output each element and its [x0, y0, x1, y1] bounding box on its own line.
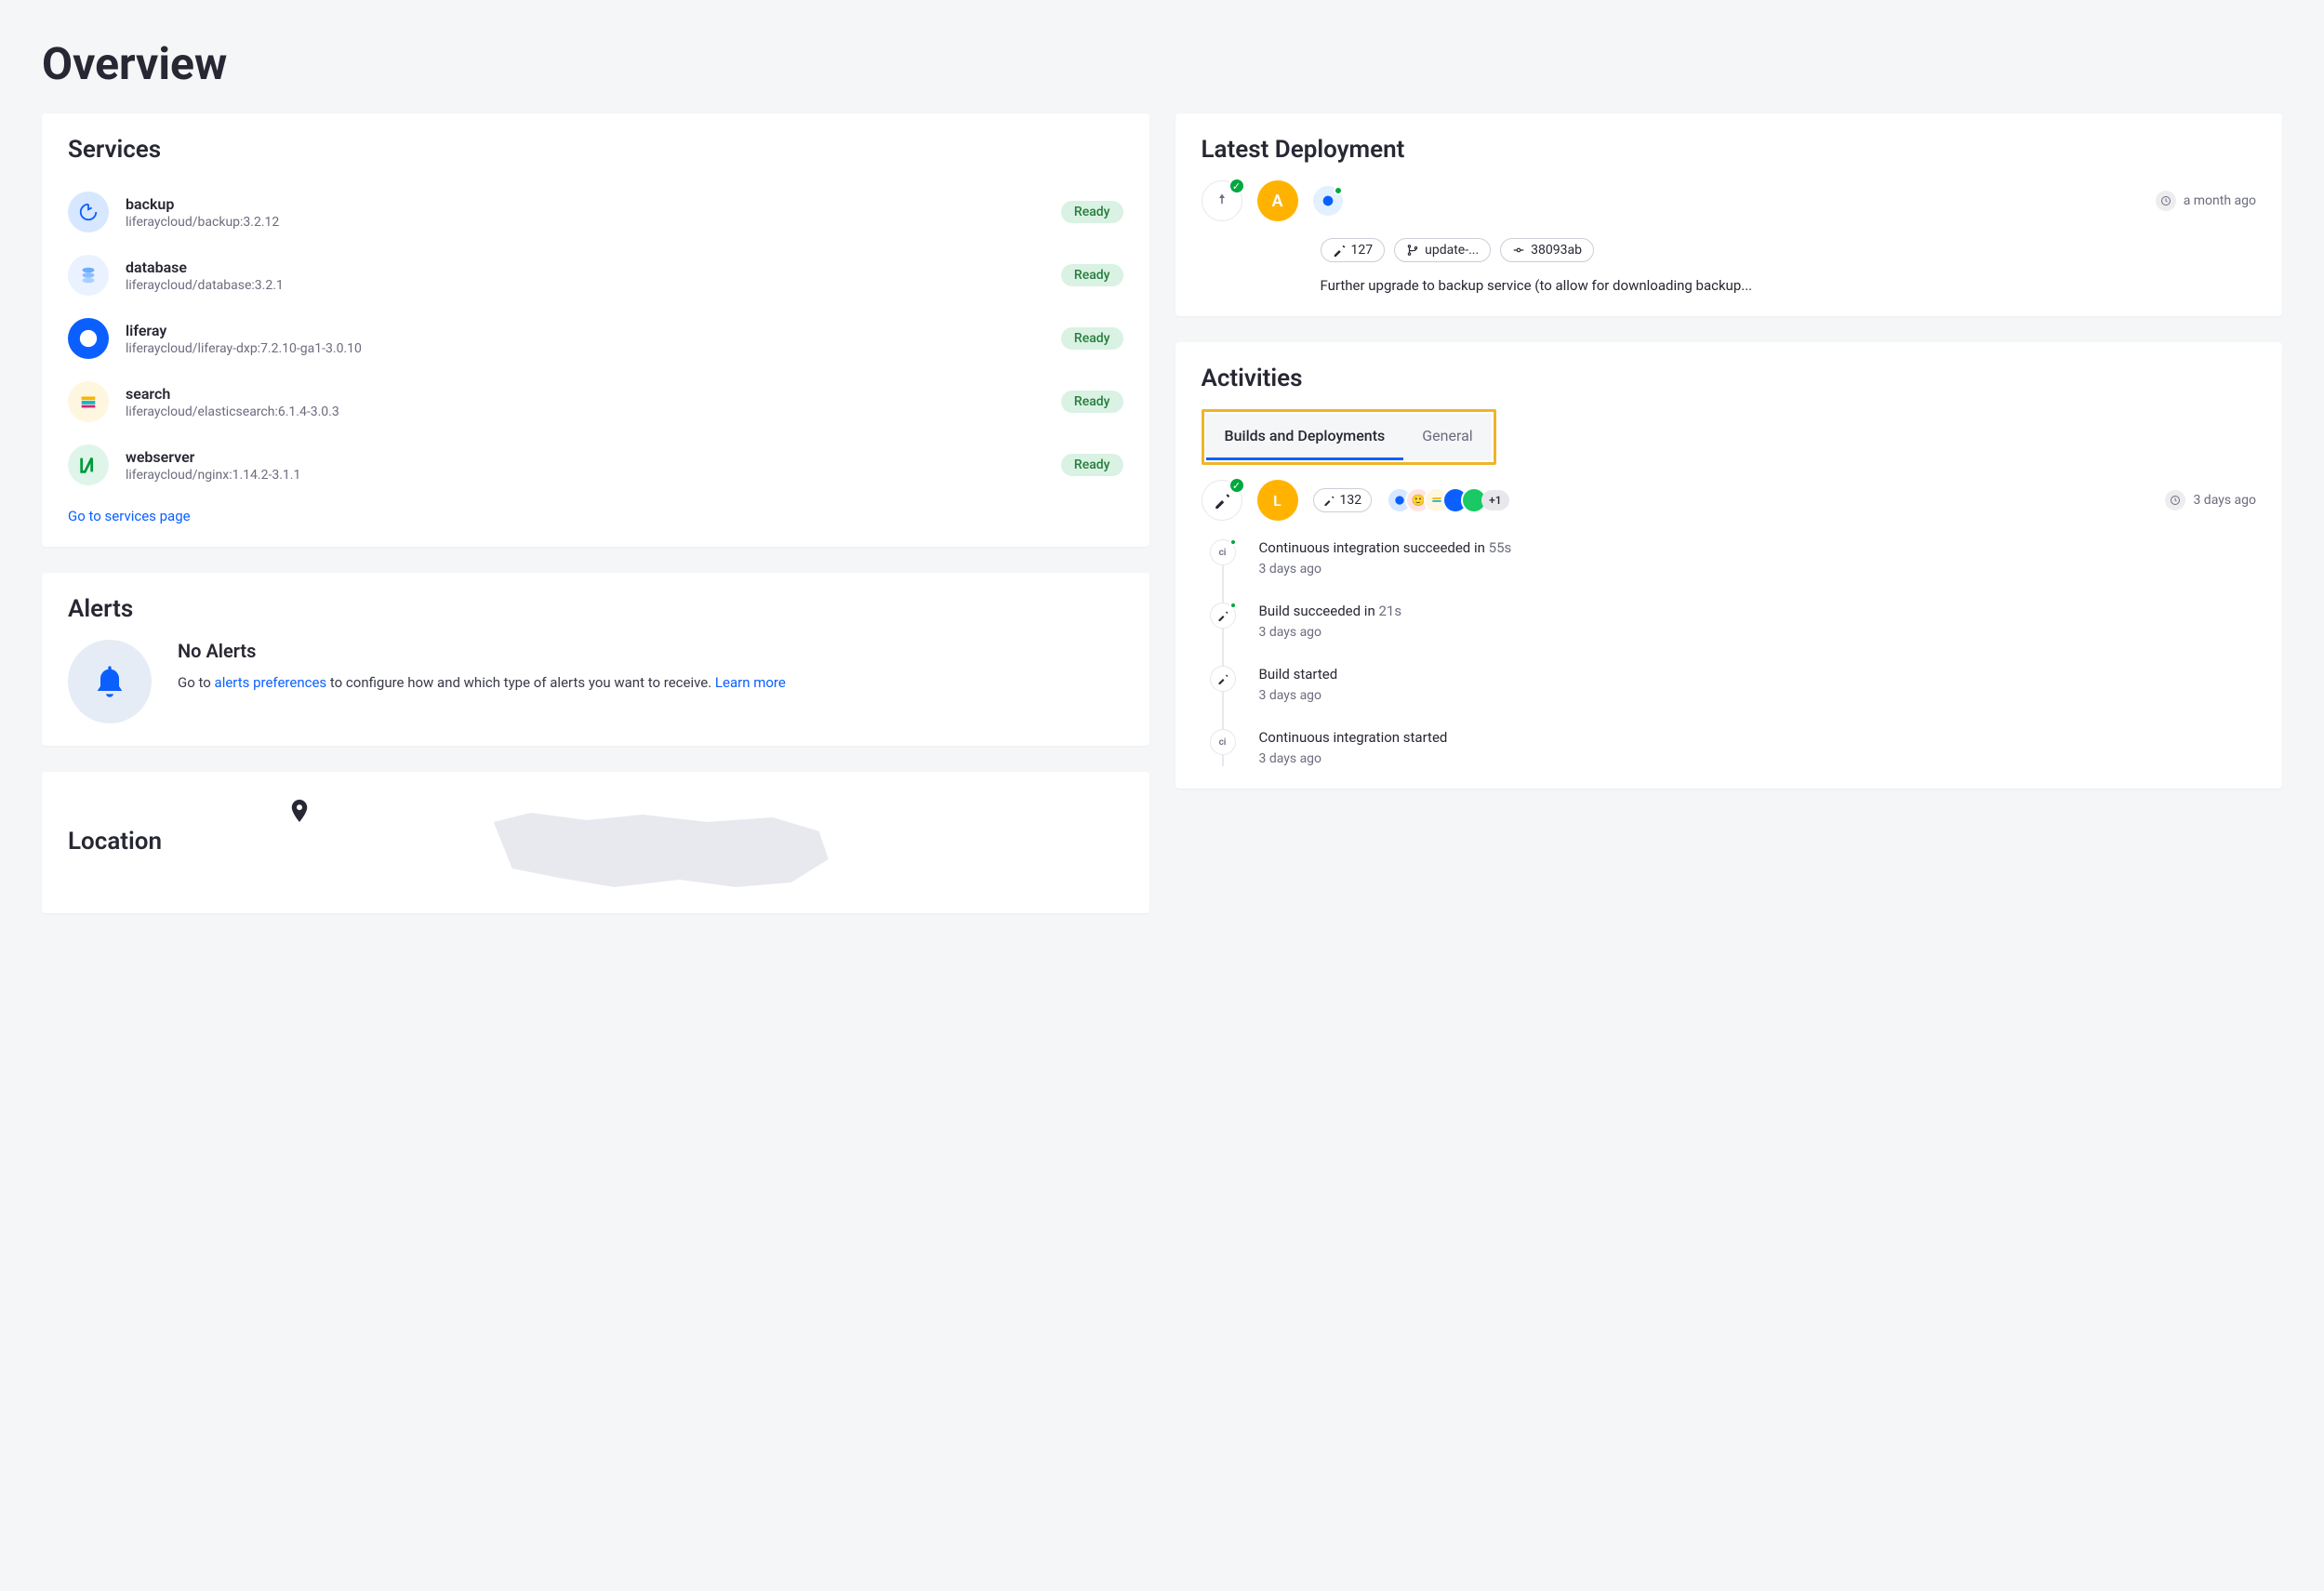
service-name: liferay	[126, 322, 1044, 339]
service-name: database	[126, 259, 1044, 276]
branch-icon	[1406, 244, 1419, 257]
status-badge: Ready	[1061, 264, 1123, 286]
search-icon	[68, 381, 109, 422]
deployment-status-icon: ✓	[1202, 180, 1242, 221]
status-badge: Ready	[1061, 391, 1123, 413]
location-card: Location	[42, 772, 1149, 913]
avatar: L	[1257, 480, 1298, 521]
latest-deployment-heading: Latest Deployment	[1202, 136, 2257, 164]
services-heading: Services	[68, 136, 1123, 164]
timeline-title: Continuous integration started	[1259, 729, 2257, 746]
latest-deployment-card: Latest Deployment ✓ A a month ago	[1175, 113, 2283, 316]
liferay-icon	[68, 318, 109, 359]
service-backup[interactable]: backup liferaycloud/backup:3.2.12 Ready	[68, 180, 1123, 244]
timeline-time: 3 days ago	[1259, 625, 2257, 640]
bell-icon	[68, 640, 152, 723]
map	[199, 794, 1122, 906]
timeline-item[interactable]: ci Continuous integration succeeded in 5…	[1259, 539, 2257, 603]
services-card: Services backup liferaycloud/backup:3.2.…	[42, 113, 1149, 547]
map-pin-icon	[291, 800, 308, 827]
ci-icon: ci	[1210, 539, 1236, 565]
service-name: webserver	[126, 448, 1044, 466]
clock-icon	[2156, 191, 2176, 211]
activity-time: 3 days ago	[2165, 490, 2256, 510]
go-to-services-link[interactable]: Go to services page	[68, 508, 1123, 524]
timeline-item[interactable]: Build succeeded in 21s 3 days ago	[1259, 603, 2257, 666]
alerts-heading: Alerts	[68, 595, 1123, 623]
activities-heading: Activities	[1202, 365, 2257, 392]
build-icon	[1210, 603, 1236, 629]
alerts-title: No Alerts	[178, 640, 786, 662]
service-database[interactable]: database liferaycloud/database:3.2.1 Rea…	[68, 244, 1123, 307]
page-title: Overview	[42, 37, 2282, 90]
timeline-title: Build started	[1259, 666, 2257, 683]
webserver-icon	[68, 444, 109, 485]
service-webserver[interactable]: webserver liferaycloud/nginx:1.14.2-3.1.…	[68, 433, 1123, 497]
service-name: backup	[126, 195, 1044, 213]
status-badge: Ready	[1061, 201, 1123, 223]
deployment-time: a month ago	[2156, 191, 2256, 211]
service-image: liferaycloud/nginx:1.14.2-3.1.1	[126, 468, 1044, 483]
build-number-chip[interactable]: 127	[1321, 238, 1386, 262]
alerts-description: Go to alerts preferences to configure ho…	[178, 671, 786, 694]
tab-builds-deployments[interactable]: Builds and Deployments	[1206, 414, 1404, 460]
avatar-overflow[interactable]: +1	[1481, 490, 1508, 510]
activities-card: Activities Builds and Deployments Genera…	[1175, 342, 2283, 789]
activity-status-icon: ✓	[1202, 480, 1242, 521]
timeline-time: 3 days ago	[1259, 688, 2257, 703]
service-search[interactable]: search liferaycloud/elasticsearch:6.1.4-…	[68, 370, 1123, 433]
check-badge-icon: ✓	[1228, 178, 1245, 194]
check-badge-icon: ✓	[1228, 477, 1245, 494]
deployment-message: Further upgrade to backup service (to al…	[1321, 277, 2257, 294]
build-icon	[1333, 244, 1346, 257]
service-liferay[interactable]: liferay liferaycloud/liferay-dxp:7.2.10-…	[68, 307, 1123, 370]
build-count-chip[interactable]: 132	[1313, 488, 1373, 512]
timeline-item[interactable]: ci Continuous integration started 3 days…	[1259, 729, 2257, 766]
timeline-item[interactable]: Build started 3 days ago	[1259, 666, 2257, 729]
service-chip-icon	[1313, 186, 1343, 216]
service-image: liferaycloud/backup:3.2.12	[126, 215, 1044, 230]
ci-icon: ci	[1210, 729, 1236, 755]
clock-icon	[2165, 490, 2185, 510]
location-heading: Location	[68, 828, 162, 855]
alerts-preferences-link[interactable]: alerts preferences	[215, 674, 327, 691]
timeline-title: Continuous integration succeeded in 55s	[1259, 539, 2257, 556]
build-icon	[1210, 666, 1236, 692]
service-image: liferaycloud/liferay-dxp:7.2.10-ga1-3.0.…	[126, 341, 1044, 356]
commit-chip[interactable]: 38093ab	[1500, 238, 1594, 262]
service-image: liferaycloud/database:3.2.1	[126, 278, 1044, 293]
commit-icon	[1512, 244, 1525, 257]
backup-icon	[68, 192, 109, 232]
service-avatars: 🙂 +1	[1387, 487, 1508, 513]
activities-tabs-highlight: Builds and Deployments General	[1202, 409, 1496, 465]
timeline-title: Build succeeded in 21s	[1259, 603, 2257, 619]
learn-more-link[interactable]: Learn more	[715, 674, 786, 691]
status-badge: Ready	[1061, 327, 1123, 350]
status-badge: Ready	[1061, 454, 1123, 476]
build-icon	[1323, 495, 1335, 506]
database-icon	[68, 255, 109, 296]
branch-chip[interactable]: update-...	[1394, 238, 1491, 262]
service-name: search	[126, 385, 1044, 403]
timeline-time: 3 days ago	[1259, 751, 2257, 766]
service-image: liferaycloud/elasticsearch:6.1.4-3.0.3	[126, 404, 1044, 419]
tab-general[interactable]: General	[1403, 414, 1491, 460]
avatar: A	[1257, 180, 1298, 221]
timeline-time: 3 days ago	[1259, 562, 2257, 577]
alerts-card: Alerts No Alerts Go to alerts preference…	[42, 573, 1149, 746]
